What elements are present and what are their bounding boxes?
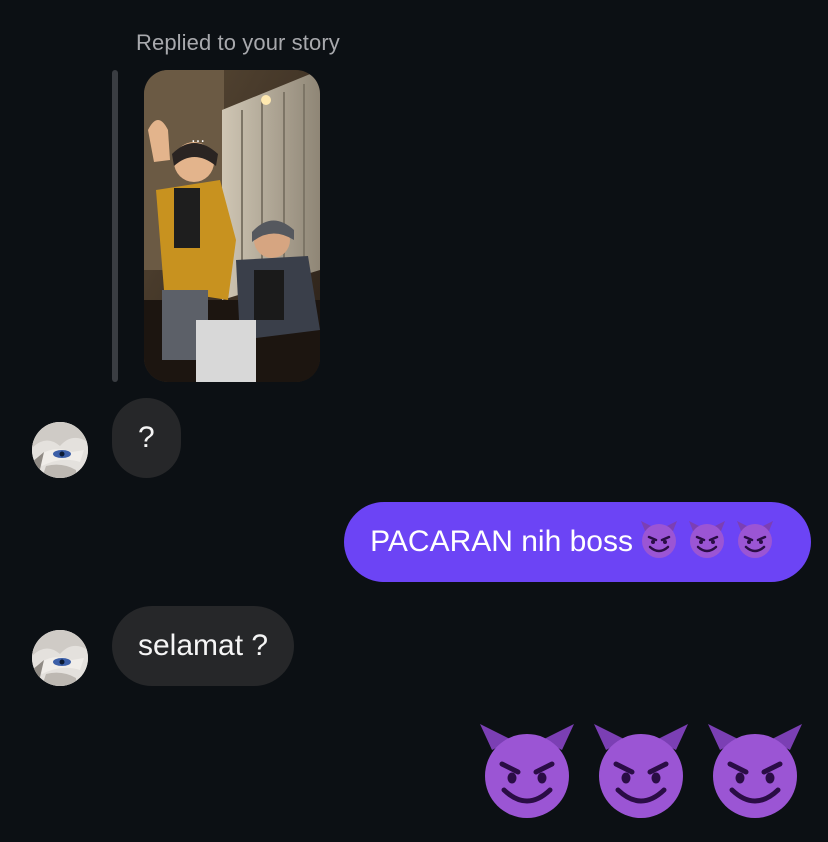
avatar[interactable] bbox=[32, 630, 88, 686]
big-emoji-message[interactable] bbox=[476, 720, 806, 820]
message-text: ? bbox=[138, 421, 155, 454]
smiling-devil-emoji-group bbox=[639, 519, 785, 565]
message-bubble-incoming[interactable]: ? bbox=[112, 398, 181, 478]
smiling-devil-icon bbox=[590, 720, 692, 820]
message-bubble-incoming[interactable]: selamat ? bbox=[112, 606, 295, 686]
svg-text:…: … bbox=[191, 130, 205, 146]
avatar[interactable] bbox=[32, 422, 88, 478]
chat-thread: Replied to your story … ? PACARAN nih bo… bbox=[0, 0, 828, 842]
message-bubble-outgoing[interactable]: PACARAN nih boss bbox=[344, 502, 811, 582]
smiling-devil-icon bbox=[704, 720, 806, 820]
story-thumbnail[interactable]: … bbox=[144, 70, 320, 382]
story-reply-label: Replied to your story bbox=[136, 30, 340, 55]
smiling-devil-icon bbox=[641, 519, 775, 560]
anime-avatar-icon bbox=[32, 630, 88, 686]
story-photo-icon: … bbox=[144, 70, 320, 382]
smiling-devil-icon bbox=[480, 724, 574, 818]
message-text: PACARAN nih boss bbox=[370, 525, 633, 558]
reply-quote-bar bbox=[112, 70, 118, 382]
message-text: selamat ? bbox=[138, 629, 269, 662]
anime-avatar-icon bbox=[32, 422, 88, 478]
